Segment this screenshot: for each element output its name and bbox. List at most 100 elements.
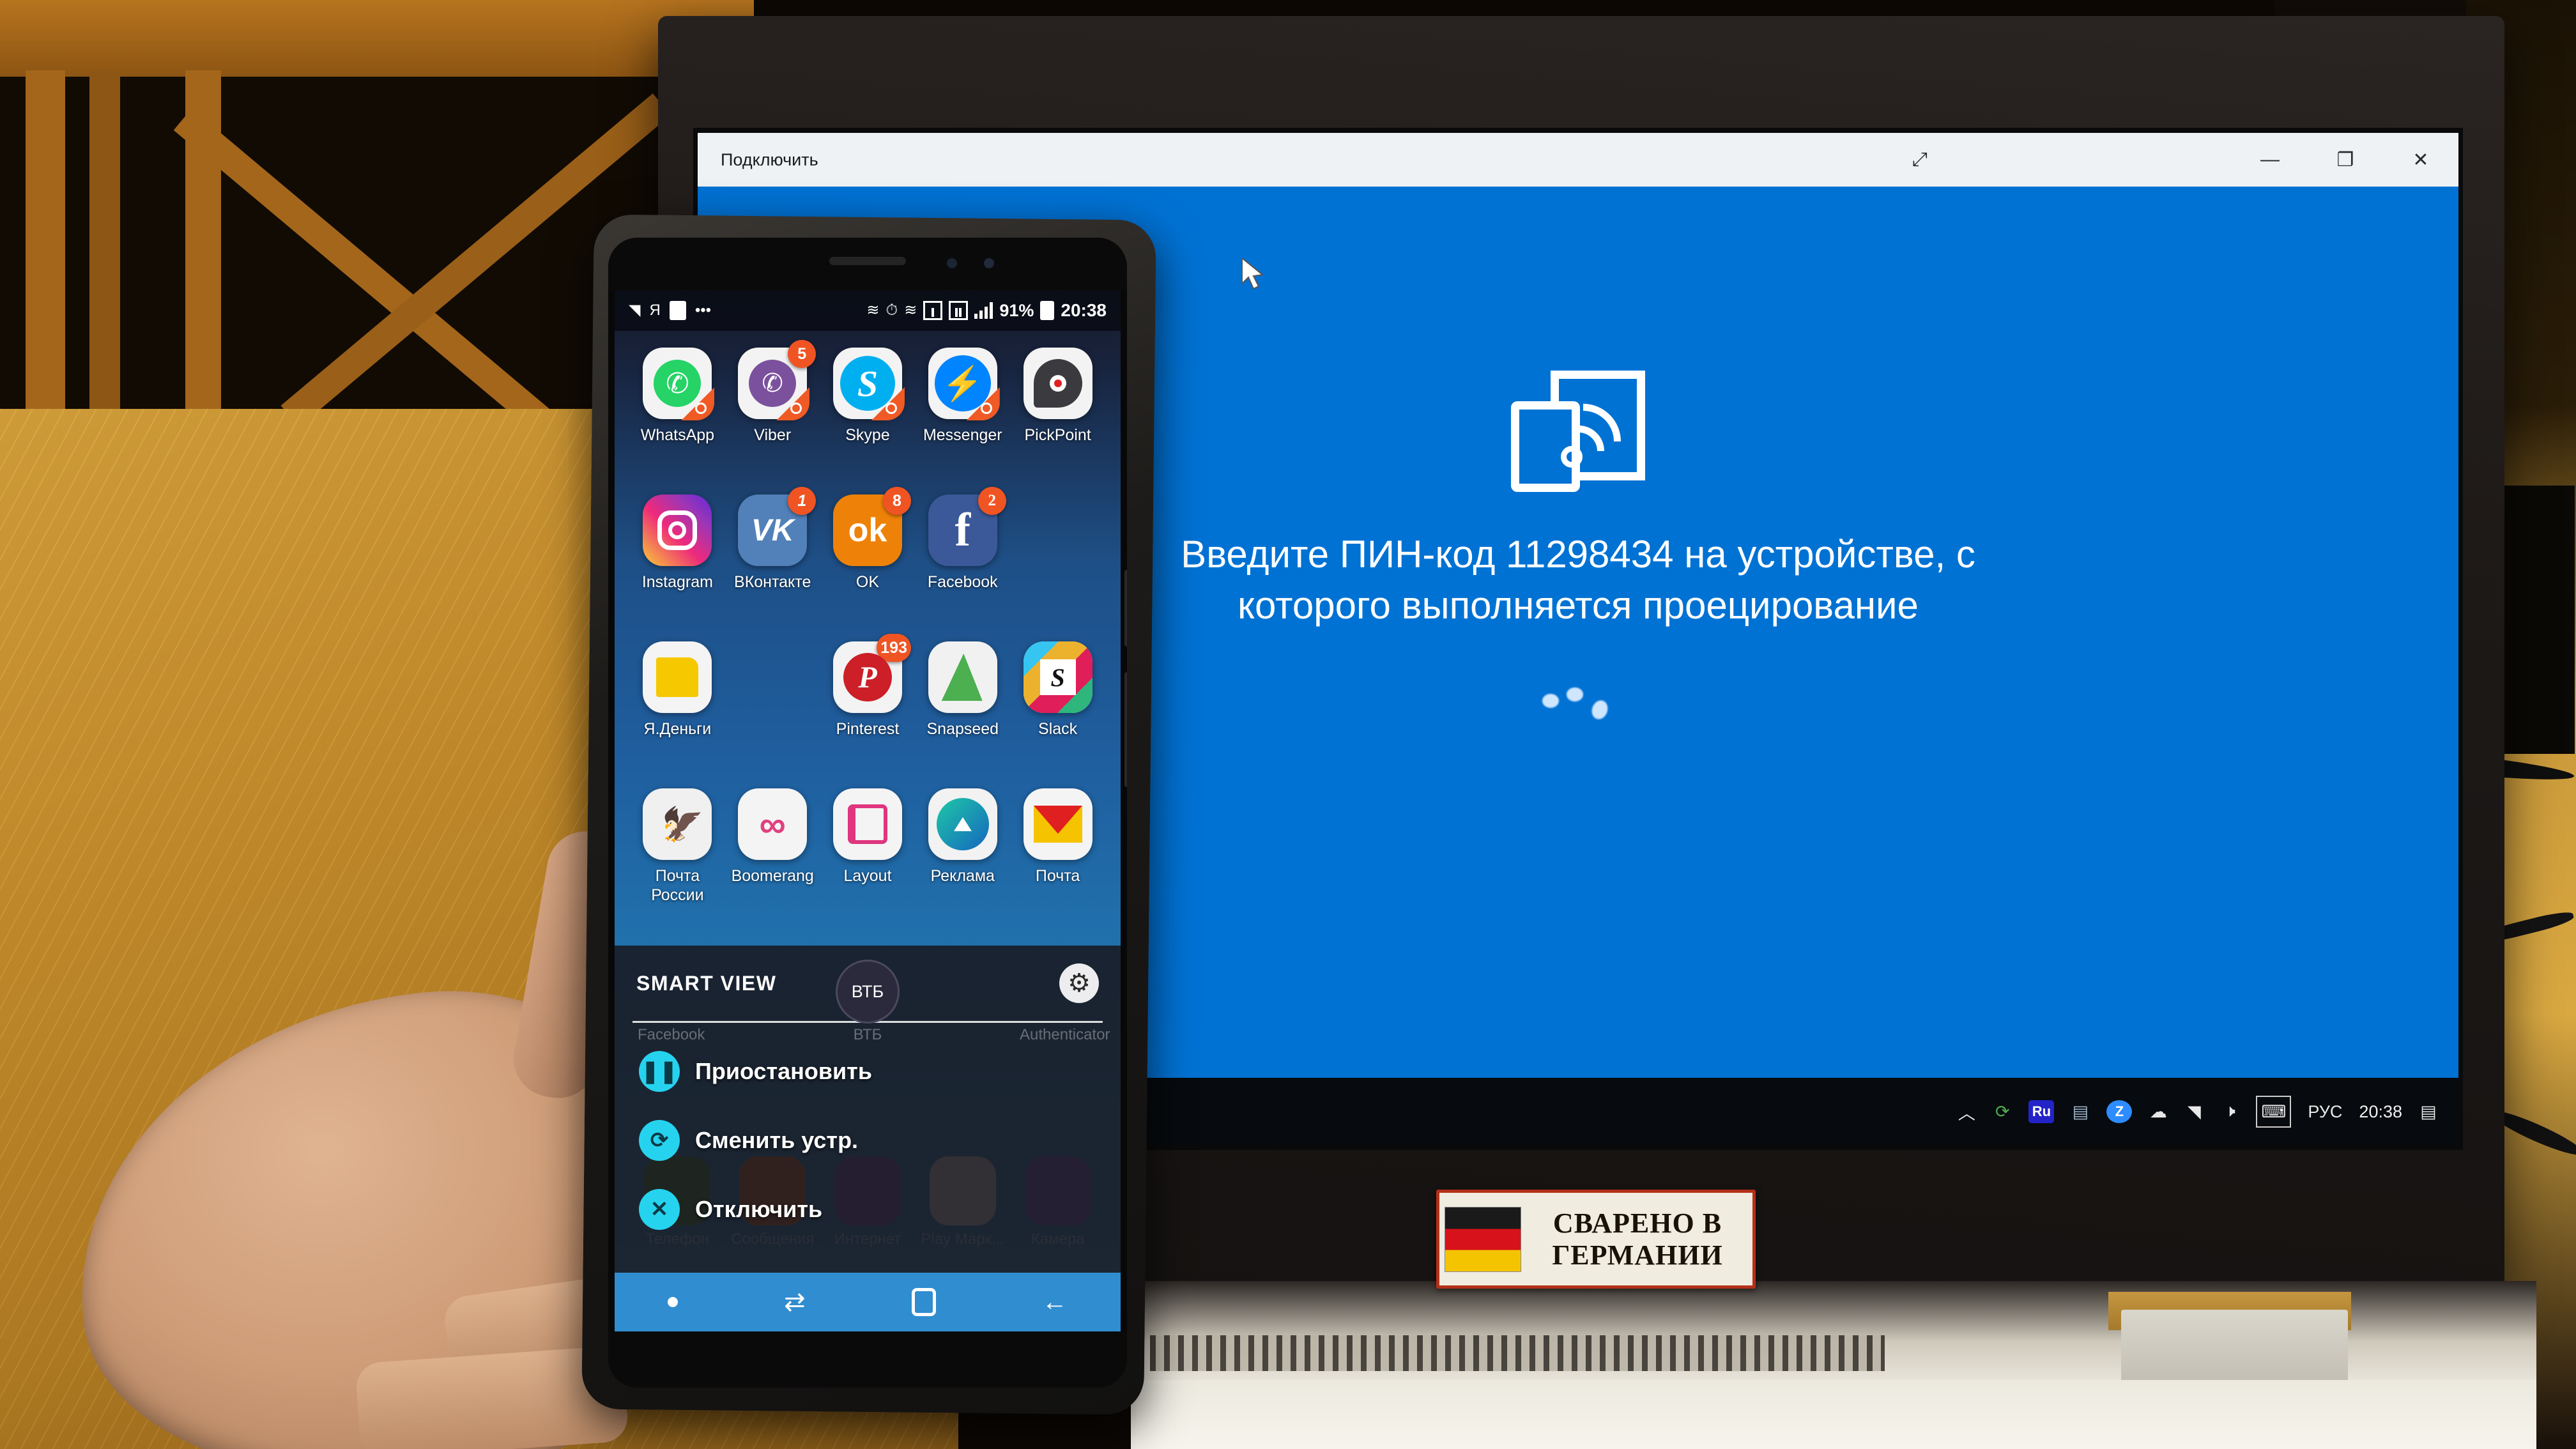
app-messenger[interactable]: ⚡ Messenger	[915, 348, 1010, 491]
app-label: Skype	[845, 426, 890, 444]
smart-view-pause[interactable]: ❚❚ Приостановить	[639, 1037, 1121, 1106]
app-label: Почта России	[651, 867, 704, 904]
yandex-icon: Я	[649, 302, 661, 319]
volume-muted-icon[interactable]: 🕨	[2220, 1097, 2239, 1126]
pinterest-glyph: P	[843, 653, 892, 702]
app-layout[interactable]: Layout	[820, 788, 916, 931]
smart-view-disconnect[interactable]: ✕ Отключить	[639, 1175, 1121, 1244]
home-icon[interactable]	[911, 1288, 936, 1316]
iris-sensor-icon	[984, 258, 994, 268]
back-icon[interactable]: ←	[1042, 1288, 1068, 1317]
viber-icon: ✆ 5	[738, 340, 816, 420]
smart-view-change-device[interactable]: ⟳ Сменить устр.	[639, 1106, 1121, 1175]
app-pickpoint[interactable]: PickPoint	[1010, 348, 1105, 491]
status-left-icons: ◥ Я •••	[629, 301, 866, 320]
notification-badge: 2	[977, 487, 1006, 515]
vtb-icon[interactable]: ВТБ	[836, 960, 900, 1023]
resize-icon[interactable]: ⤢	[1882, 133, 1958, 187]
skype-glyph: S	[839, 356, 895, 411]
app-label: Реклама	[930, 867, 995, 885]
disconnect-icon: ✕	[639, 1189, 680, 1230]
whatsapp-glyph: ✆	[654, 360, 702, 407]
app-label: WhatsApp	[640, 426, 715, 444]
sticker-line-1: СВАРЕНО В	[1552, 1207, 1722, 1239]
nav-dot	[668, 1297, 678, 1307]
app-label: Boomerang	[731, 867, 814, 885]
laptop-vents	[1150, 1335, 1885, 1371]
folder-icon[interactable]: ▤	[2071, 1097, 2090, 1126]
phone-device: ◥ Я ••• ≋ ⏱ ≋ 91% 20:38 ✆ WhatsApp ✆ 5 V…	[608, 238, 1127, 1388]
app-label: Facebook	[927, 573, 998, 591]
app-label: Я.Деньги	[643, 720, 712, 738]
app-row: Я.Деньги P 193 Pinterest Snapseed S Slac…	[630, 634, 1105, 785]
layout-icon	[832, 788, 902, 860]
double-eagle-glyph: 🦅	[657, 806, 698, 843]
screen-cast-icon	[1511, 371, 1645, 495]
connect-window-titlebar: Подключить ⤢ — ❐ ✕	[698, 133, 2458, 187]
wifi-icon[interactable]: ◥	[2184, 1097, 2204, 1126]
vk-icon: VK 1	[738, 487, 816, 566]
gear-icon[interactable]: ⚙	[1059, 963, 1099, 1003]
phone-clock: 20:38	[1061, 300, 1107, 320]
power-button[interactable]	[1124, 672, 1127, 787]
app-russian-post[interactable]: 🦅 Почта России	[630, 788, 725, 931]
volume-button[interactable]	[1124, 570, 1127, 647]
app-label: Почта	[1035, 867, 1080, 885]
app-label: Instagram	[641, 573, 713, 591]
smart-view-header: SMART VIEW ВТБ ⚙	[615, 946, 1121, 1023]
app-facebook[interactable]: f 2 Facebook	[915, 487, 1010, 638]
app-skype[interactable]: S Skype	[820, 348, 916, 491]
notification-badge: 5	[788, 340, 816, 368]
language-indicator[interactable]: РУС	[2308, 1097, 2342, 1126]
sticker-line-2: ГЕРМАНИИ	[1552, 1239, 1723, 1271]
pinterest-icon: P 193	[832, 634, 911, 713]
sync-icon[interactable]: ⟳	[1993, 1097, 2012, 1126]
close-icon[interactable]: ✕	[2383, 133, 2458, 187]
punto-switcher-icon[interactable]: Ru	[2028, 1100, 2055, 1123]
wifi-icon: ≋	[904, 302, 917, 319]
app-slack[interactable]: S Slack	[1010, 641, 1105, 785]
app-boomerang[interactable]: ∞ Boomerang	[725, 788, 820, 931]
app-whatsapp[interactable]: ✆ WhatsApp	[630, 348, 725, 491]
app-label: OK	[855, 573, 880, 591]
notification-badge: 1	[788, 487, 816, 515]
show-hidden-icons[interactable]: ︿	[1957, 1097, 1976, 1126]
notification-icon[interactable]: ▤	[2419, 1097, 2438, 1126]
recents-icon[interactable]: ⇄	[784, 1287, 806, 1317]
signal-icon	[949, 301, 969, 320]
phone-speaker	[829, 257, 906, 265]
minimize-icon[interactable]: —	[2232, 133, 2308, 187]
sticker-text: СВАРЕНО В ГЕРМАНИИ	[1528, 1208, 1747, 1271]
more-icon: •••	[694, 302, 712, 319]
snapseed-icon	[928, 641, 997, 713]
app-viber[interactable]: ✆ 5 Viber	[725, 340, 820, 491]
onedrive-icon[interactable]: ☁	[2149, 1097, 2168, 1126]
pickpoint-icon	[1023, 348, 1092, 419]
chair-cross-brace-1	[173, 109, 564, 443]
taskbar-clock[interactable]: 20:38	[2359, 1102, 2402, 1122]
app-yandex-money[interactable]: Я.Деньги	[630, 641, 725, 785]
zoom-icon[interactable]: Z	[2106, 1100, 2133, 1123]
action-label: Приостановить	[695, 1058, 872, 1084]
keyboard-icon[interactable]: ⌨	[2256, 1096, 2292, 1128]
mail-icon	[1023, 788, 1092, 860]
app-label: Layout	[843, 867, 892, 885]
app-snapseed[interactable]: Snapseed	[915, 641, 1010, 785]
app-pinterest[interactable]: P 193 Pinterest	[820, 634, 916, 785]
phone-screen: ◥ Я ••• ≋ ⏱ ≋ 91% 20:38 ✆ WhatsApp ✆ 5 V…	[615, 290, 1121, 1331]
app-odnoklassniki[interactable]: ok 8 OK	[820, 487, 916, 638]
cast-active-icon: ◥	[629, 302, 641, 319]
signal-bars-icon	[974, 302, 993, 319]
app-reklama[interactable]: Реклама	[915, 788, 1010, 931]
app-mail[interactable]: Почта	[1010, 788, 1105, 931]
spinner-dot-2	[1567, 687, 1583, 702]
sticker-inner: СВАРЕНО В ГЕРМАНИИ	[1439, 1193, 1752, 1285]
app-empty-slot	[1010, 494, 1105, 638]
app-instagram[interactable]: Instagram	[630, 494, 725, 638]
photo-scene: Подключить ⤢ — ❐ ✕ Введите ПИН-код 11298…	[0, 0, 2576, 1449]
app-vkontakte[interactable]: VK 1 ВКонтакте	[725, 487, 820, 638]
battery-icon	[1040, 301, 1055, 320]
loading-spinner	[1533, 684, 1623, 722]
facebook-icon: f 2	[928, 487, 1006, 566]
maximize-icon[interactable]: ❐	[2308, 133, 2383, 187]
